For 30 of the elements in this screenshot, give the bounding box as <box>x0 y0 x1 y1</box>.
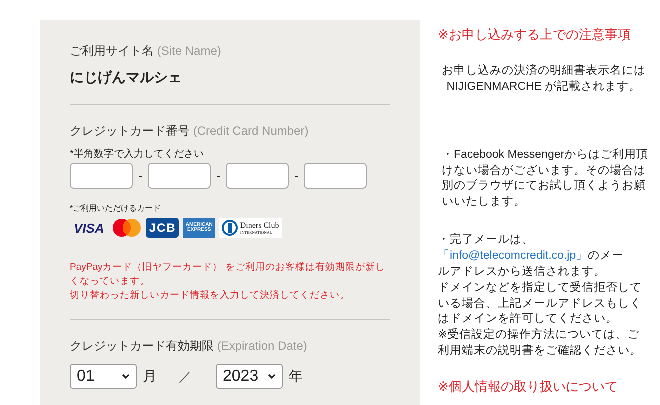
chevron-down-icon <box>268 374 276 380</box>
privacy-link[interactable]: ※個人情報の取り扱いについて <box>438 378 652 396</box>
hint-text: *ご利用いただけるカード <box>70 203 162 214</box>
card-logo-icon <box>112 218 142 238</box>
month-select[interactable]: 01 <box>70 364 137 390</box>
warning-text: PayPayカード（旧ヤフーカード） をご利用のお客様は有効期限が新しくなっています。 切り替わった新しいカード情報を入力して決済してください。 <box>70 261 386 302</box>
chevron-down-icon <box>122 374 130 380</box>
unit-text: 月 <box>143 368 157 386</box>
input-field[interactable] <box>226 163 289 189</box>
input-field[interactable] <box>304 163 367 189</box>
unit-text: 年 <box>289 368 303 386</box>
note-text: お申し込みの決済の明細書表示名には NIJIGENMARCHE が記載されます。 <box>441 64 647 95</box>
email-link[interactable]: 「info@telecomcredit.co.jp」 <box>438 250 588 262</box>
note-text: ・完了メールは、 「info@telecomcredit.co.jp」のメー ルアドレスから送信されます。 ドメインなどを指定して受信拒否して いる場合、上記メールアドレスもしく はドメインを許可してください。 ※受信設定の操作方法については、ご 利用端末の説明書をご確認ください。 <box>438 233 643 360</box>
year-select[interactable]: 2023 <box>216 364 283 390</box>
notes-heading: ※お申し込みする上での注意事項 <box>438 26 632 44</box>
slash-text: ／ <box>179 368 192 386</box>
field-label: ご利用サイト名 (Site Name) <box>70 43 222 60</box>
site-name: にじげんマルシェ <box>70 69 183 87</box>
input-field[interactable] <box>70 163 133 189</box>
hint-text: *半角数字で入力してください <box>70 148 205 161</box>
field-label: クレジットカード有効期限 (Expiration Date) <box>70 338 308 356</box>
field-label: クレジットカード番号 (Credit Card Number) <box>70 123 310 140</box>
card-logo: VISA <box>73 220 106 236</box>
card-logo: JCB <box>146 218 180 238</box>
separator-text: - <box>216 169 222 183</box>
input-field[interactable] <box>148 163 211 189</box>
note-text: ・Facebook Messengerからはご利用頂けない場合がございます。その場合は別のブラウザにてお試し頂くようお願いいたします。 <box>441 148 650 210</box>
separator-text: - <box>138 169 144 183</box>
separator-text: - <box>294 169 300 183</box>
